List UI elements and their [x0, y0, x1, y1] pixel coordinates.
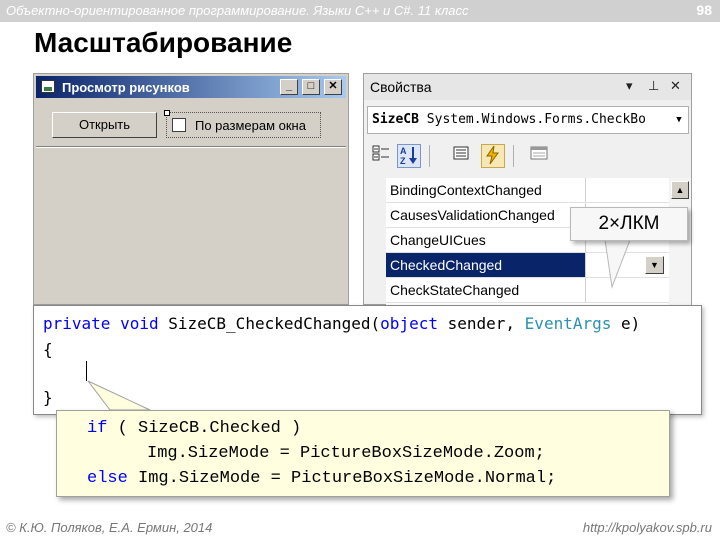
page-number: 98: [696, 2, 712, 18]
code-zoom-line: Img.SizeMode = PictureBoxSizeMode.Zoom;: [147, 444, 545, 463]
event-name: ChangeUICues: [386, 228, 586, 252]
close-brace: }: [43, 388, 53, 407]
code-editor[interactable]: private void SizeCB_CheckedChanged(objec…: [33, 305, 702, 415]
footer-copyright: © К.Ю. Поляков, Е.А. Ермин, 2014: [6, 520, 213, 535]
handler-code-snippet: if ( SizeCB.Checked ) Img.SizeMode = Pic…: [56, 410, 670, 497]
toolbar-separator: [429, 145, 430, 167]
window-title: Просмотр рисунков: [62, 80, 190, 95]
close-button[interactable]: ✕: [324, 79, 342, 95]
svg-text:A: A: [400, 146, 407, 156]
close-icon[interactable]: ✕: [670, 78, 681, 94]
selector-name: SizeCB: [372, 112, 419, 127]
form-window: Просмотр рисунков _ □ ✕ Открыть По разме…: [33, 73, 349, 305]
properties-toolbar: AZ: [367, 140, 688, 172]
properties-panel: Свойства ▾ ⊥ ✕ SizeCB System.Windows.For…: [363, 73, 692, 306]
minimize-button[interactable]: _: [280, 79, 298, 95]
method-signature: private void SizeCB_CheckedChanged(objec…: [43, 314, 641, 333]
toolbar-separator: [513, 145, 514, 167]
code-else-line: else Img.SizeMode = PictureBoxSizeMode.N…: [87, 469, 557, 488]
vertical-scrollbar[interactable]: ▲: [669, 178, 691, 306]
event-row[interactable]: CheckStateChanged: [386, 278, 669, 303]
properties-icon[interactable]: [449, 144, 473, 168]
pin-icon[interactable]: ⊥: [648, 78, 659, 94]
maximize-button[interactable]: □: [302, 79, 320, 95]
selector-arrow-icon[interactable]: ▼: [671, 108, 687, 132]
event-name: CheckStateChanged: [386, 278, 586, 302]
size-checkbox[interactable]: По размерам окна: [164, 110, 321, 138]
separator: [36, 146, 346, 148]
svg-text:Z: Z: [400, 156, 406, 165]
categorized-icon[interactable]: [369, 144, 393, 168]
properties-header: Свойства ▾ ⊥ ✕: [364, 74, 691, 100]
dropdown-icon[interactable]: ▾: [626, 78, 633, 94]
slide-title: Масштабирование: [34, 27, 293, 58]
scroll-up-icon[interactable]: ▲: [671, 181, 689, 199]
property-pages-icon[interactable]: [527, 144, 551, 168]
open-brace: {: [43, 340, 53, 359]
code-if-line: if ( SizeCB.Checked ): [87, 419, 302, 438]
events-icon[interactable]: [481, 144, 505, 168]
event-name: BindingContextChanged: [386, 178, 586, 202]
event-dropdown-icon[interactable]: ▼: [645, 256, 664, 274]
open-button[interactable]: Открыть: [52, 112, 157, 138]
course-title: Объектно-ориентированное программировани…: [6, 3, 469, 18]
properties-title: Свойства: [370, 79, 432, 95]
footer-url[interactable]: http://kpolyakov.spb.ru: [583, 520, 712, 535]
double-click-callout: 2×ЛКМ: [570, 207, 688, 241]
checkbox-box[interactable]: [172, 118, 186, 132]
checkbox-label: По размерам окна: [195, 118, 306, 133]
events-grid: BindingContextChanged CausesValidationCh…: [386, 178, 669, 306]
text-cursor: [86, 361, 87, 381]
header-bar: Объектно-ориентированное программировани…: [0, 0, 720, 22]
object-selector[interactable]: SizeCB System.Windows.Forms.CheckBo ▼: [367, 106, 689, 134]
event-row-selected[interactable]: CheckedChanged ▼: [386, 253, 669, 278]
selector-type: System.Windows.Forms.CheckBo: [426, 112, 646, 127]
event-name: CheckedChanged: [386, 253, 586, 277]
alphabetical-icon[interactable]: AZ: [397, 144, 421, 168]
window-titlebar: Просмотр рисунков _ □ ✕: [36, 76, 346, 98]
selection-handle[interactable]: [164, 110, 170, 116]
event-name: CausesValidationChanged: [386, 203, 586, 227]
event-row[interactable]: BindingContextChanged: [386, 178, 669, 203]
app-icon: [41, 80, 55, 93]
